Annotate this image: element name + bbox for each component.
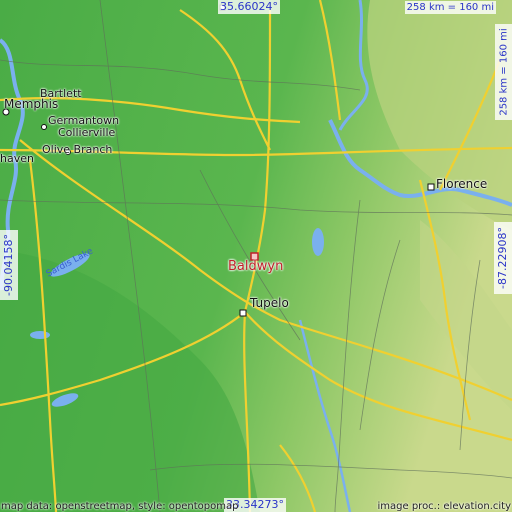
tupelo-marker [239, 309, 247, 317]
right-longitude-label: -87.22908° [494, 222, 512, 294]
city-label-florence: Florence [436, 177, 488, 191]
attribution-image-proc: image proc.: elevation.city [377, 501, 512, 512]
left-longitude-label: -90.04158° [0, 230, 18, 300]
location-label-baldwyn: Baldwyn [228, 259, 284, 274]
city-label-haven: haven [0, 152, 34, 165]
vertical-scale: 258 km = 160 mi [495, 24, 512, 120]
germantown-marker [41, 124, 47, 130]
city-label-tupelo: Tupelo [250, 296, 289, 310]
left-longitude-text: -90.04158° [2, 234, 15, 296]
topographic-map[interactable]: 35.66024° 33.34273° -90.04158° -87.22908… [0, 0, 512, 512]
top-latitude-label: 35.66024° [218, 0, 280, 14]
city-label-collierville: Collierville [58, 126, 116, 139]
city-label-bartlett: Bartlett [40, 87, 82, 100]
florence-marker [427, 183, 435, 191]
vertical-scale-text: 258 km = 160 mi [498, 28, 509, 116]
lake-enid [30, 331, 50, 339]
right-longitude-text: -87.22908° [496, 227, 509, 289]
horizontal-scale: 258 km = 160 mi [404, 1, 496, 14]
city-label-olive-branch: Olive Branch [42, 143, 113, 156]
lake-pickwick [312, 228, 324, 256]
attribution-map-data: map data: openstreetmap, style: opentopo… [1, 501, 239, 512]
